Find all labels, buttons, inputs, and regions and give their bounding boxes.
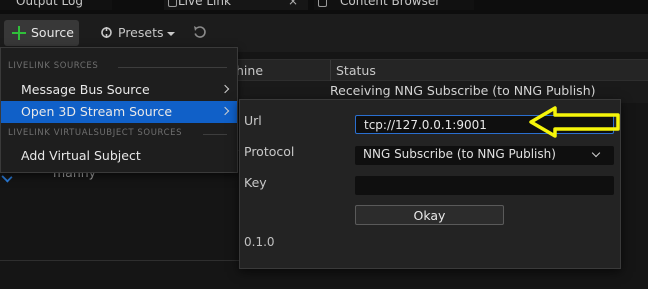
divider <box>203 134 227 135</box>
divider <box>118 67 227 68</box>
annotation-arrow-icon <box>529 106 620 138</box>
presets-button[interactable]: Presets <box>96 20 180 46</box>
okay-label: Okay <box>413 208 446 223</box>
key-input[interactable] <box>355 176 614 195</box>
column-machine: hine <box>236 63 264 78</box>
chevron-right-icon <box>220 106 230 116</box>
menu-section-virtualsubject-sources: LIVELINK VIRTUALSUBJECT SOURCES <box>8 128 183 138</box>
protocol-value: NNG Subscribe (to NNG Publish) <box>363 147 556 161</box>
chevron-down-icon <box>591 148 601 158</box>
menu-item-message-bus-source[interactable]: Message Bus Source <box>1 79 237 101</box>
tab-strip: Output Log Live Link × Content Browser <box>0 0 648 14</box>
revert-icon[interactable] <box>192 24 208 40</box>
subject-enabled-checkbox[interactable] <box>1 171 13 183</box>
tab-close-icon[interactable]: × <box>288 0 298 8</box>
menu-item-open-3d-stream-source[interactable]: Open 3D Stream Source <box>1 101 237 123</box>
tab-live-link[interactable]: Live Link × <box>164 0 308 10</box>
divider <box>0 260 240 261</box>
okay-button[interactable]: Okay <box>355 205 504 225</box>
protocol-select[interactable]: NNG Subscribe (to NNG Publish) <box>355 146 614 165</box>
protocol-label: Protocol <box>244 144 295 159</box>
menu-section-livelink-sources: LIVELINK SOURCES <box>8 61 99 71</box>
menu-item-add-virtual-subject[interactable]: Add Virtual Subject <box>1 145 237 167</box>
tab-content-browser[interactable]: Content Browser <box>314 0 474 10</box>
chevron-right-icon <box>220 84 230 94</box>
caret-down-icon <box>167 32 175 36</box>
column-divider[interactable] <box>330 60 331 82</box>
column-status: Status <box>336 63 376 78</box>
tab-content-browser-label: Content Browser <box>340 0 441 8</box>
menu-item-label: Message Bus Source <box>21 82 150 97</box>
url-label: Url <box>244 113 262 128</box>
menu-item-label: Open 3D Stream Source <box>21 104 173 119</box>
key-label: Key <box>244 175 267 190</box>
tab-live-link-label: Live Link <box>178 0 231 8</box>
folder-icon <box>318 0 327 7</box>
tab-output-log-label: Output Log <box>16 0 83 8</box>
source-label: Source <box>31 25 74 40</box>
tab-output-log[interactable]: Output Log <box>0 0 112 10</box>
add-source-button[interactable]: Source <box>4 20 79 46</box>
live-link-icon <box>168 0 177 7</box>
source-dropdown-menu: LIVELINK SOURCES Message Bus Source Open… <box>0 47 238 173</box>
plugin-version: 0.1.0 <box>244 235 275 249</box>
presets-label: Presets <box>118 25 164 40</box>
row-status: Receiving NNG Subscribe (to NNG Publish) <box>330 83 596 98</box>
menu-item-label: Add Virtual Subject <box>21 148 141 163</box>
presets-icon <box>101 27 112 38</box>
plus-icon <box>12 26 26 40</box>
